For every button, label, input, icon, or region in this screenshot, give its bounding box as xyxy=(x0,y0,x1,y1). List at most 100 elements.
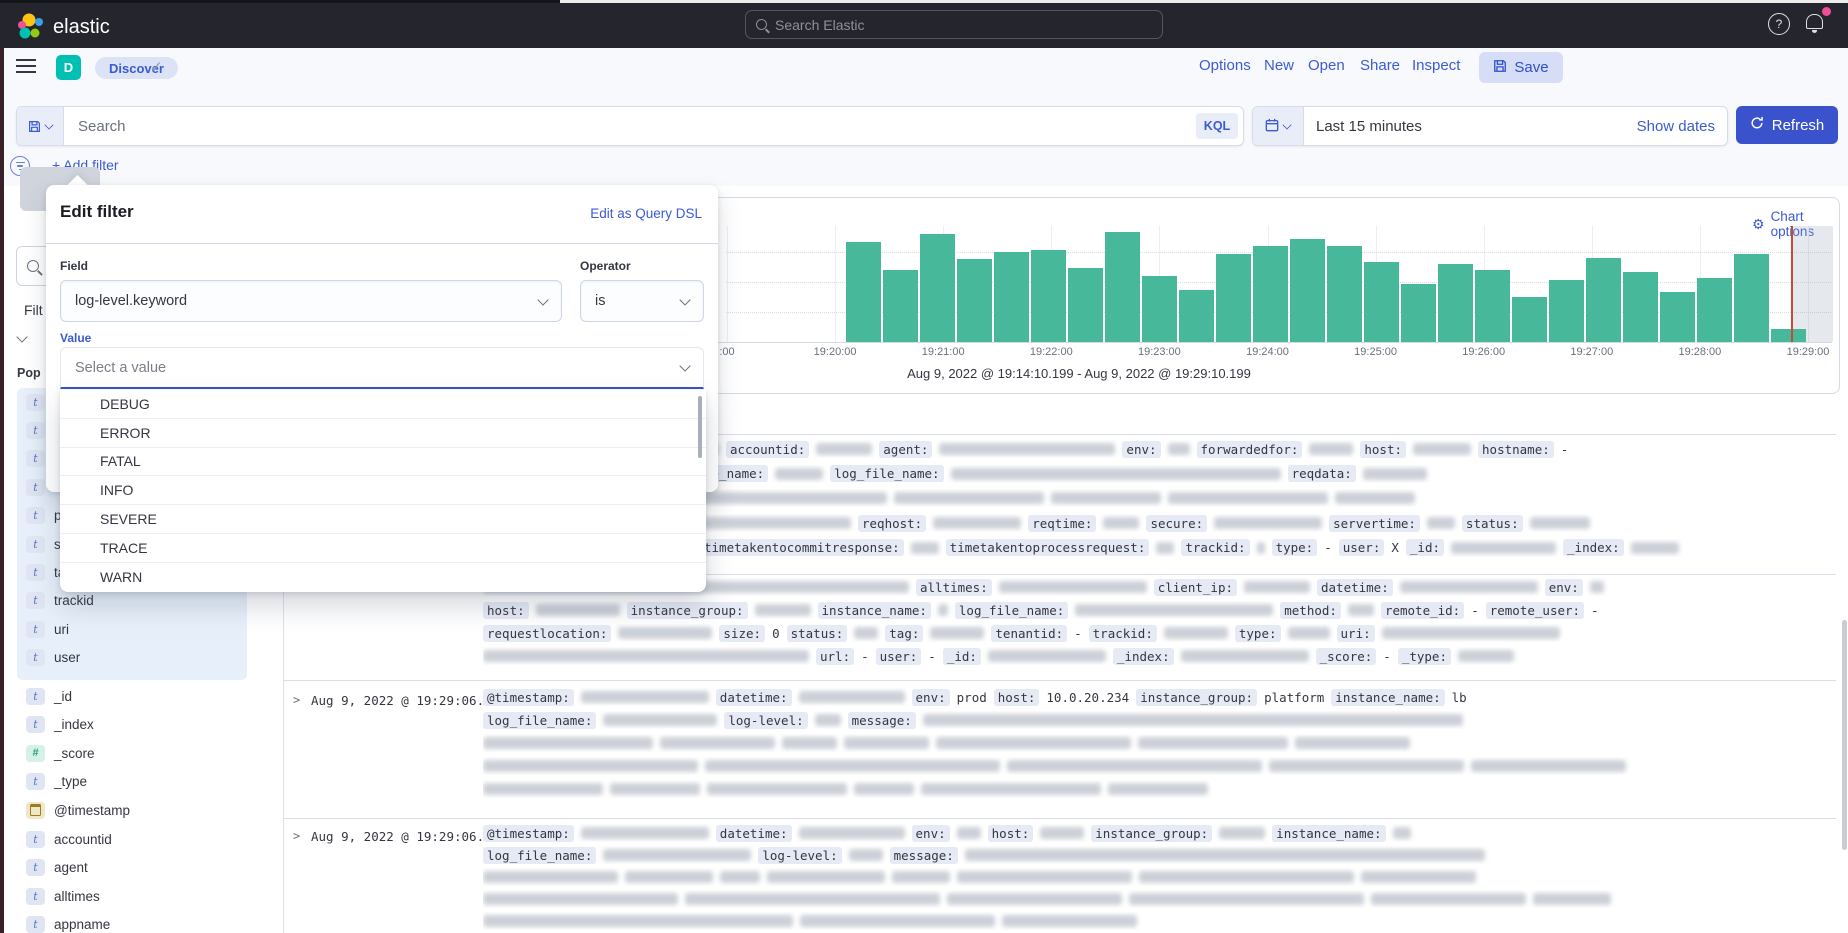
sidebar-field-alltimes[interactable]: talltimes xyxy=(26,886,100,906)
histogram-bar[interactable] xyxy=(957,259,992,342)
redacted-value xyxy=(800,915,995,927)
histogram-bar[interactable] xyxy=(883,270,918,342)
text-field-icon: t xyxy=(26,564,45,581)
x-axis-tick: 19:24:00 xyxy=(1246,346,1289,358)
number-field-icon: # xyxy=(26,745,45,762)
page-scrollbar[interactable] xyxy=(1842,620,1847,850)
kql-search-input[interactable]: Search xyxy=(64,118,1196,135)
histogram-bar[interactable] xyxy=(1660,292,1695,342)
field-label-pill: message: xyxy=(848,712,916,729)
histogram-bar[interactable] xyxy=(1216,254,1251,342)
sidebar-field-trackid[interactable]: ttrackid xyxy=(26,591,94,611)
sidebar-field-_id[interactable]: t_id xyxy=(26,686,72,706)
histogram-bar[interactable] xyxy=(1734,254,1769,342)
field-label-pill: env: xyxy=(912,689,950,706)
breadcrumb[interactable]: Discover xyxy=(95,57,178,79)
chevron-down-icon[interactable] xyxy=(16,331,27,342)
redacted-value xyxy=(1156,542,1174,554)
histogram-bar[interactable] xyxy=(1031,250,1066,342)
histogram-bar[interactable] xyxy=(1142,276,1177,342)
sidebar-field-uri[interactable]: turi xyxy=(26,619,69,639)
value-option-error[interactable]: ERROR xyxy=(60,419,706,448)
open-link[interactable]: Open xyxy=(1308,57,1345,74)
histogram-bar[interactable] xyxy=(1512,297,1547,342)
operator-select[interactable]: is xyxy=(580,280,704,322)
histogram-bar[interactable] xyxy=(1068,268,1103,342)
sidebar-field-@timestamp[interactable]: @timestamp xyxy=(26,800,130,820)
sidebar-field-st[interactable]: tst xyxy=(26,534,65,554)
field-name: user xyxy=(54,650,80,665)
value-option-warn[interactable]: WARN xyxy=(60,563,706,591)
calendar-menu-button[interactable] xyxy=(1253,107,1304,145)
value-option-info[interactable]: INFO xyxy=(60,476,706,505)
field-select[interactable]: log-level.keyword xyxy=(60,280,562,322)
value-option-trace[interactable]: TRACE xyxy=(60,534,706,563)
redacted-value xyxy=(957,827,981,839)
redacted-value xyxy=(581,691,709,703)
help-icon[interactable]: ? xyxy=(1768,13,1790,35)
expand-row-icon[interactable]: > xyxy=(293,693,300,707)
global-search-placeholder: Search Elastic xyxy=(775,17,864,33)
histogram-bar[interactable] xyxy=(1327,246,1362,342)
histogram-bar[interactable] xyxy=(1253,246,1288,342)
options-scrollbar[interactable] xyxy=(698,396,702,458)
redacted-value xyxy=(1164,627,1228,639)
histogram-bar[interactable] xyxy=(1364,262,1399,342)
expand-row-icon[interactable]: > xyxy=(293,829,300,843)
query-language-button[interactable]: KQL xyxy=(1196,113,1238,139)
field-label-pill: env: xyxy=(912,825,950,842)
sidebar-field-_index[interactable]: t_index xyxy=(26,715,94,735)
value-option-debug[interactable]: DEBUG xyxy=(60,390,706,419)
histogram-bar[interactable] xyxy=(1623,272,1658,342)
histogram-bar[interactable] xyxy=(846,242,881,342)
time-range-value[interactable]: Last 15 minutes xyxy=(1304,118,1637,135)
newsfeed-icon[interactable] xyxy=(1806,14,1823,33)
histogram-bar[interactable] xyxy=(1290,239,1325,342)
histogram-bar[interactable] xyxy=(1401,284,1436,342)
histogram-bar[interactable] xyxy=(1697,278,1732,342)
histogram-bar[interactable] xyxy=(994,252,1029,342)
histogram-bar[interactable] xyxy=(1549,280,1584,342)
sidebar-field-user[interactable]: tuser xyxy=(26,648,80,668)
sidebar-field-_score[interactable]: #_score xyxy=(26,743,95,763)
show-dates-link[interactable]: Show dates xyxy=(1637,118,1727,135)
sidebar-field-_type[interactable]: t_type xyxy=(26,772,87,792)
global-search-input[interactable]: Search Elastic xyxy=(745,10,1163,39)
sidebar-field-appname[interactable]: tappname xyxy=(26,915,110,933)
share-link[interactable]: Share xyxy=(1360,57,1400,74)
histogram-bar[interactable] xyxy=(1475,270,1510,342)
inspect-link[interactable]: Inspect xyxy=(1412,57,1460,74)
save-button[interactable]: Save xyxy=(1479,52,1563,83)
sidebar-field-accountid[interactable]: taccountid xyxy=(26,829,112,849)
value-combobox[interactable]: Select a value xyxy=(60,347,704,389)
value-option-fatal[interactable]: FATAL xyxy=(60,448,706,477)
redacted-value xyxy=(660,737,775,749)
field-value: - xyxy=(1074,626,1082,641)
histogram-bar[interactable] xyxy=(1438,264,1473,342)
redacted-value xyxy=(1108,783,1208,795)
options-link[interactable]: Options xyxy=(1199,57,1251,74)
field-label-pill: log_file_name: xyxy=(830,465,943,482)
new-link[interactable]: New xyxy=(1264,57,1294,74)
saved-query-menu-button[interactable] xyxy=(17,107,64,145)
histogram-bar[interactable] xyxy=(1586,258,1621,342)
field-label-pill: datetime: xyxy=(716,825,792,842)
text-field-icon: t xyxy=(26,916,45,933)
histogram-bar-partial[interactable] xyxy=(1771,329,1806,342)
filter-by-type-label[interactable]: Filt xyxy=(24,302,43,318)
table-row[interactable]: >Aug 9, 2022 @ 19:29:06.869@timestamp:da… xyxy=(283,680,1836,819)
menu-icon[interactable] xyxy=(16,59,36,61)
sidebar-field-agent[interactable]: tagent xyxy=(26,858,88,878)
table-row[interactable]: >Aug 9, 2022 @ 19:29:06.869@timestamp:da… xyxy=(283,818,1836,933)
edit-as-query-dsl-link[interactable]: Edit as Query DSL xyxy=(590,206,702,221)
histogram-bar[interactable] xyxy=(1105,232,1140,342)
redacted-value xyxy=(1257,542,1265,554)
refresh-button[interactable]: Refresh xyxy=(1736,106,1838,144)
space-avatar[interactable]: D xyxy=(56,55,81,80)
field-label-pill: size: xyxy=(719,625,765,642)
value-option-severe[interactable]: SEVERE xyxy=(60,505,706,534)
current-time-marker xyxy=(1791,226,1793,342)
histogram-bar[interactable] xyxy=(1179,290,1214,342)
histogram-bar[interactable] xyxy=(920,234,955,342)
redacted-value xyxy=(854,783,914,795)
